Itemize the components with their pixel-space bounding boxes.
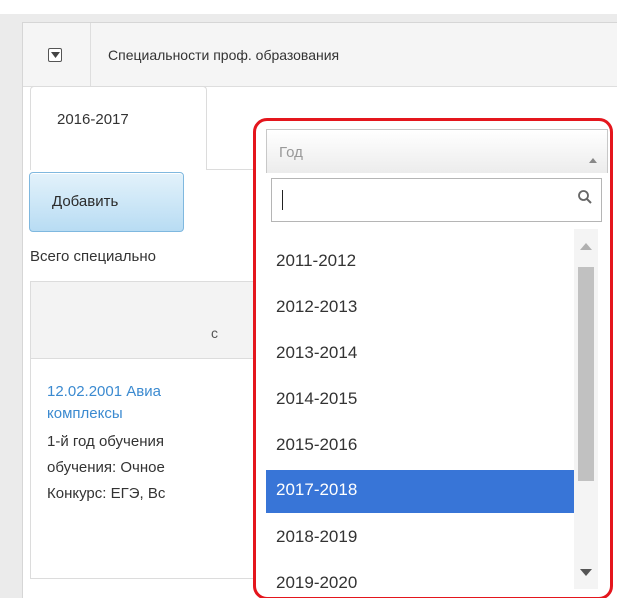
text-caret: [282, 190, 283, 210]
specialty-link-line1[interactable]: 12.02.2001 Авиа: [47, 381, 161, 403]
study-year-text: 1-й год обучения: [47, 433, 165, 450]
table-header-label: с: [211, 325, 218, 341]
specialty-link-line2[interactable]: комплексы: [47, 403, 161, 425]
year-select-placeholder: Год: [279, 144, 303, 161]
year-option[interactable]: 2013-2014: [266, 333, 574, 376]
year-option-selected[interactable]: 2017-2018: [266, 470, 574, 513]
collapse-toggle-icon[interactable]: [48, 48, 62, 62]
year-select-dropdown[interactable]: Год 2011-2012 2012-2013 2013-2014 2014-2…: [253, 118, 613, 598]
study-form-text: обучения: Очное: [47, 459, 165, 476]
year-option[interactable]: 2012-2013: [266, 287, 574, 330]
year-option-label: 2017-2018: [276, 480, 358, 499]
scroll-down-icon[interactable]: [580, 563, 592, 581]
panel-header: Специальности проф. образования: [23, 23, 617, 87]
specialty-link[interactable]: 12.02.2001 Авиа комплексы: [47, 381, 161, 425]
year-option-label: 2015-2016: [276, 435, 358, 454]
year-options-list: 2011-2012 2012-2013 2013-2014 2014-2015 …: [266, 229, 574, 597]
panel-title: Специальности проф. образования: [108, 47, 340, 63]
collapse-cell[interactable]: [23, 23, 91, 86]
page-top-strip: [0, 0, 617, 14]
year-search-box[interactable]: [271, 178, 602, 222]
year-option[interactable]: 2014-2015: [266, 379, 574, 422]
year-option-label: 2013-2014: [276, 343, 358, 362]
year-option-label: 2012-2013: [276, 297, 358, 316]
add-button-label: Добавить: [52, 193, 119, 210]
competition-text: Конкурс: ЕГЭ, Вс: [47, 485, 166, 502]
year-option-label: 2018-2019: [276, 527, 358, 546]
year-option-label: 2019-2020: [276, 573, 358, 592]
year-option[interactable]: 2019-2020: [266, 563, 574, 597]
tab-label: 2016-2017: [57, 111, 129, 128]
total-specialties-label: Всего специально: [30, 248, 156, 265]
year-select[interactable]: Год: [266, 129, 608, 173]
scroll-up-icon[interactable]: [580, 237, 592, 255]
magnifier-icon: [577, 189, 593, 210]
add-button[interactable]: Добавить: [29, 172, 184, 232]
year-option[interactable]: 2011-2012: [266, 241, 574, 284]
year-option[interactable]: 2015-2016: [266, 425, 574, 468]
year-option[interactable]: 2018-2019: [266, 517, 574, 560]
scroll-thumb[interactable]: [578, 267, 594, 481]
year-option-label: 2014-2015: [276, 389, 358, 408]
tab-2016-2017[interactable]: 2016-2017: [30, 86, 207, 170]
options-scrollbar[interactable]: [574, 229, 598, 589]
year-search-input[interactable]: [272, 179, 601, 221]
caret-up-icon[interactable]: [589, 150, 597, 168]
year-option-label: 2011-2012: [276, 251, 357, 270]
